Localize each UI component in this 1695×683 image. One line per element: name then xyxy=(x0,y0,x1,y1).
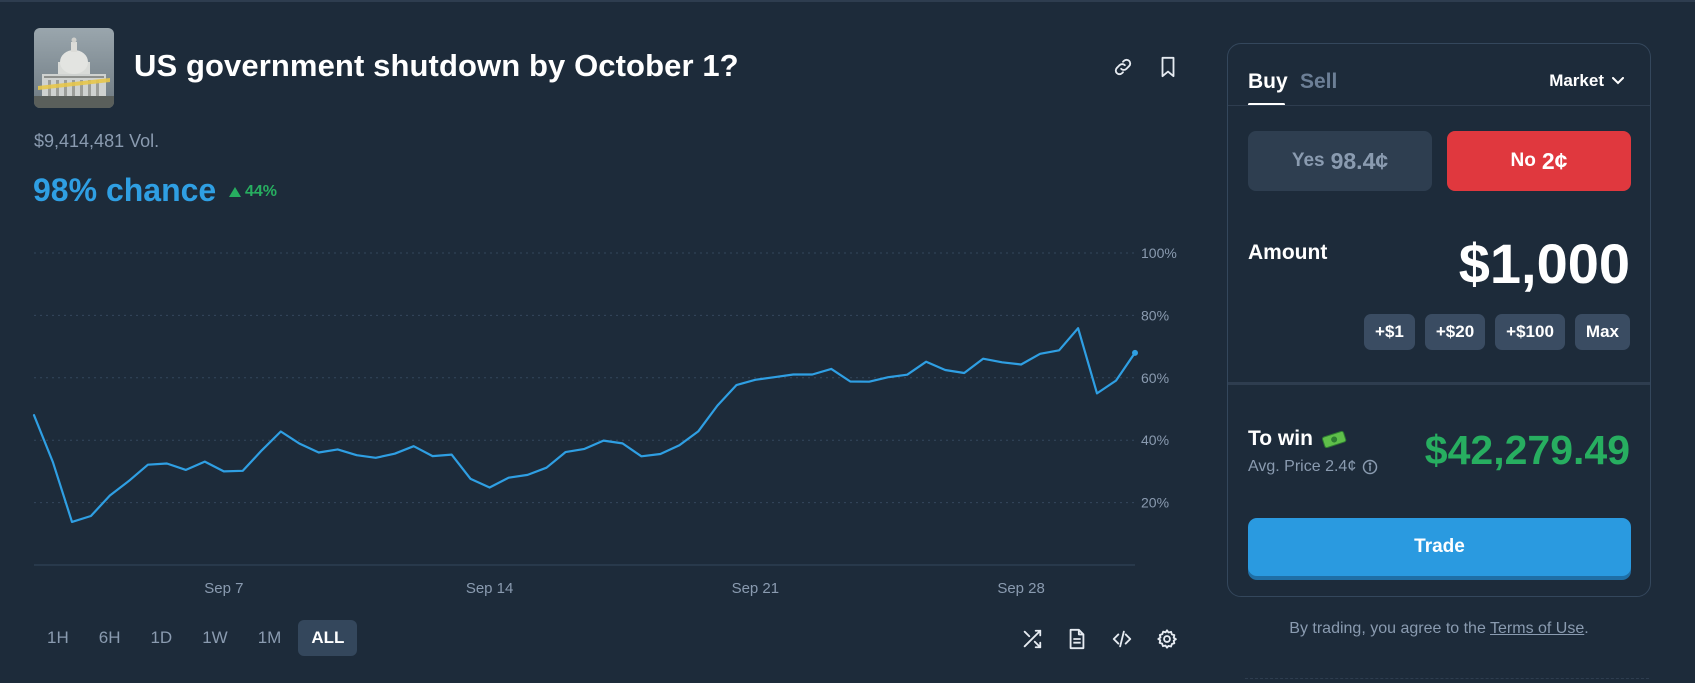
top-border xyxy=(0,0,1695,2)
chart-x-tick-label: Sep 28 xyxy=(997,580,1045,597)
to-win-heading: To win xyxy=(1248,427,1347,451)
link-icon[interactable] xyxy=(1110,54,1136,80)
to-win-value: $42,279.49 xyxy=(1424,427,1630,473)
info-icon[interactable] xyxy=(1362,459,1378,475)
change-value: 44% xyxy=(245,183,278,200)
time-range-selector: 1H 6H 1D 1W 1M ALL xyxy=(34,620,358,656)
order-type-dropdown[interactable]: Market xyxy=(1549,71,1624,91)
up-triangle-icon xyxy=(229,187,241,197)
range-1w[interactable]: 1W xyxy=(189,620,241,656)
divider xyxy=(1228,382,1650,385)
yes-price: 98.4¢ xyxy=(1330,147,1389,174)
avg-price: Avg. Price 2.4¢ xyxy=(1248,458,1378,476)
code-icon[interactable] xyxy=(1110,627,1134,651)
trade-button[interactable]: Trade xyxy=(1248,518,1631,576)
range-all[interactable]: ALL xyxy=(298,620,358,656)
avg-price-text: Avg. Price 2.4¢ xyxy=(1248,458,1357,475)
chart-x-tick-label: Sep 7 xyxy=(204,580,243,597)
no-outcome-button[interactable]: No 2¢ xyxy=(1447,131,1631,191)
trade-panel: Buy Sell Market Yes 98.4¢ No 2¢ Amount $… xyxy=(1227,43,1651,597)
range-1h[interactable]: 1H xyxy=(34,620,82,656)
max-button[interactable]: Max xyxy=(1574,314,1630,350)
chance-text: 98% chance xyxy=(33,172,217,208)
no-label: No xyxy=(1510,150,1536,171)
shuffle-icon[interactable] xyxy=(1020,627,1044,651)
yes-outcome-button[interactable]: Yes 98.4¢ xyxy=(1248,131,1432,191)
chart-x-tick-label: Sep 21 xyxy=(732,580,780,597)
chart-y-tick-label: 60% xyxy=(1141,370,1169,386)
add-100-button[interactable]: +$100 xyxy=(1495,314,1565,350)
price-chart[interactable]: 20% 40% 60% 80% 100% Sep 7 Sep 14 Sep 21 Sep 28 xyxy=(0,235,1195,605)
chart-y-tick-label: 40% xyxy=(1141,432,1169,448)
to-win-label: To win xyxy=(1248,427,1313,450)
range-1m[interactable]: 1M xyxy=(245,620,295,656)
add-20-button[interactable]: +$20 xyxy=(1424,314,1486,350)
amount-input[interactable]: $1,000 xyxy=(1459,231,1630,296)
chart-y-tick-label: 20% xyxy=(1141,495,1169,511)
range-6h[interactable]: 6H xyxy=(86,620,134,656)
market-title: US government shutdown by October 1? xyxy=(134,48,739,83)
document-icon[interactable] xyxy=(1065,627,1089,651)
order-type-label: Market xyxy=(1549,71,1604,90)
divider xyxy=(1245,678,1649,679)
money-icon xyxy=(1321,430,1347,448)
chart-series-endpoint xyxy=(1132,349,1138,356)
volume-text: $9,414,481 Vol. xyxy=(34,131,160,151)
add-1-button[interactable]: +$1 xyxy=(1364,314,1415,350)
gear-icon[interactable] xyxy=(1155,627,1179,651)
divider xyxy=(1228,105,1650,106)
chart-series-line xyxy=(32,327,1137,523)
chart-y-tick-label: 100% xyxy=(1141,245,1177,261)
market-thumbnail xyxy=(34,28,114,108)
yes-label: Yes xyxy=(1291,150,1325,171)
chart-y-tick-label: 80% xyxy=(1141,307,1169,323)
tab-buy[interactable]: Buy xyxy=(1248,70,1288,94)
amount-increments: +$1 +$20 +$100 Max xyxy=(1364,314,1630,350)
amount-label: Amount xyxy=(1248,241,1328,264)
bookmark-icon[interactable] xyxy=(1155,54,1181,80)
change-badge: 44% xyxy=(229,183,277,201)
range-1d[interactable]: 1D xyxy=(137,620,185,656)
no-price: 2¢ xyxy=(1541,147,1568,174)
terms-prefix: By trading, you agree to the xyxy=(1289,620,1491,637)
terms-suffix: . xyxy=(1584,620,1589,637)
terms-link[interactable]: Terms of Use xyxy=(1490,620,1584,637)
chart-x-tick-label: Sep 14 xyxy=(466,580,514,597)
tab-sell[interactable]: Sell xyxy=(1300,70,1337,94)
chevron-down-icon xyxy=(1612,77,1624,85)
terms-notice: By trading, you agree to the Terms of Us… xyxy=(1227,620,1651,638)
